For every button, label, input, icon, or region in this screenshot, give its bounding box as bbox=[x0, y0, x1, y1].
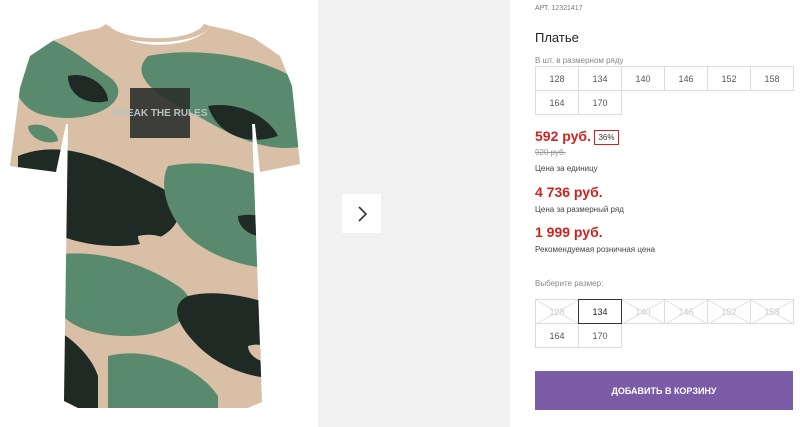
product-image: BREAK THE RULES bbox=[10, 24, 300, 408]
unavailable-cross-icon bbox=[536, 300, 578, 323]
product-title: Платье bbox=[535, 30, 579, 45]
next-image-button[interactable] bbox=[342, 194, 381, 233]
row-price: 4 736 руб. bbox=[535, 184, 603, 200]
size-row-cell: 164 bbox=[535, 90, 579, 115]
article-number: АРТ. 12321417 bbox=[535, 5, 583, 12]
old-price: 920 руб. bbox=[535, 148, 566, 157]
size-option-unavailable[interactable]: 152 bbox=[707, 299, 751, 324]
size-option-label: 164 bbox=[549, 330, 565, 341]
row-price-label: Цена за размерный ряд bbox=[535, 205, 624, 214]
size-row-cell: 140 bbox=[621, 66, 665, 91]
retail-price: 1 999 руб. bbox=[535, 224, 603, 240]
unavailable-cross-icon bbox=[708, 300, 750, 323]
size-select-grid: 128 134 140 146 152 158 164 170 bbox=[535, 299, 794, 348]
size-row-cell: 158 bbox=[750, 66, 794, 91]
sizes-row-hint: В шт. в размерном ряду bbox=[535, 56, 624, 65]
size-option-unavailable[interactable]: 146 bbox=[664, 299, 708, 324]
unavailable-cross-icon bbox=[665, 300, 707, 323]
size-row-grid: 128 134 140 146 152 158 164 170 bbox=[535, 66, 794, 115]
size-row-cell: 128 bbox=[535, 66, 579, 91]
size-option-selected[interactable]: 134 bbox=[578, 299, 622, 324]
unavailable-cross-icon bbox=[751, 300, 793, 323]
size-option-label: 170 bbox=[592, 330, 608, 341]
dress-print-text: BREAK THE RULES bbox=[112, 108, 207, 119]
size-row-cell: 170 bbox=[578, 90, 622, 115]
discount-badge: 36% bbox=[594, 130, 619, 145]
size-option[interactable]: 164 bbox=[535, 323, 579, 348]
unavailable-cross-icon bbox=[622, 300, 664, 323]
unit-price-label: Цена за единицу bbox=[535, 164, 598, 173]
size-row-cell: 134 bbox=[578, 66, 622, 91]
size-option-unavailable[interactable]: 140 bbox=[621, 299, 665, 324]
size-option-unavailable[interactable]: 158 bbox=[750, 299, 794, 324]
gallery-secondary-panel bbox=[318, 0, 510, 427]
add-to-cart-button[interactable]: ДОБАВИТЬ В КОРЗИНУ bbox=[535, 371, 793, 410]
chevron-right-icon bbox=[357, 205, 367, 222]
retail-price-label: Рекомендуемая розничная цена bbox=[535, 245, 656, 254]
size-row-cell: 152 bbox=[707, 66, 751, 91]
size-option-unavailable[interactable]: 128 bbox=[535, 299, 579, 324]
product-image-panel: BREAK THE RULES bbox=[0, 0, 318, 427]
unit-price: 592 руб. bbox=[535, 128, 591, 144]
size-option[interactable]: 170 bbox=[578, 323, 622, 348]
size-row-cell: 146 bbox=[664, 66, 708, 91]
size-option-label: 134 bbox=[592, 306, 608, 317]
select-size-hint: Выберите размер: bbox=[535, 279, 604, 288]
